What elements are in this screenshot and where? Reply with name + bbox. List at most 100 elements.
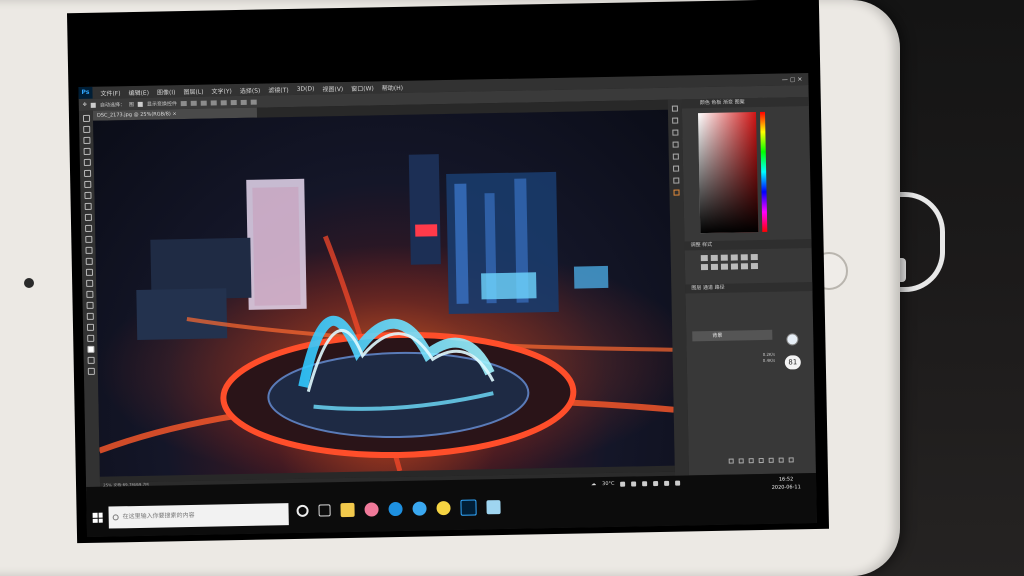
taskbar-search-box[interactable]: 在这里输入你要搜索的内容 xyxy=(108,503,289,529)
edge-icon[interactable] xyxy=(388,501,403,517)
trash-icon[interactable] xyxy=(788,457,794,463)
adjustments-panel-tabs[interactable]: 调整 样式 xyxy=(684,239,812,251)
input-method-icon[interactable] xyxy=(675,480,681,486)
tray-arrow-icon[interactable] xyxy=(620,481,626,487)
menu-file[interactable]: 文件(F) xyxy=(96,88,124,98)
brightness-icon[interactable] xyxy=(700,255,708,262)
color-balance-icon[interactable] xyxy=(700,264,709,271)
task-view-icon[interactable] xyxy=(318,504,331,517)
heart-app-icon[interactable] xyxy=(364,502,379,517)
tools-settings-icon[interactable] xyxy=(673,189,680,196)
new-layer-icon[interactable] xyxy=(778,457,784,463)
menu-help[interactable]: 帮助(H) xyxy=(378,82,407,92)
menu-type[interactable]: 文字(Y) xyxy=(207,86,236,96)
ie-icon[interactable] xyxy=(412,501,427,516)
menu-edit[interactable]: 编辑(E) xyxy=(124,87,153,97)
menu-3d[interactable]: 3D(D) xyxy=(293,85,319,92)
floating-widget-icon[interactable] xyxy=(786,333,799,346)
align-center-icon[interactable] xyxy=(190,100,198,106)
volume-icon[interactable] xyxy=(653,480,659,486)
properties-panel-icon[interactable] xyxy=(672,117,679,124)
hue-saturation-icon[interactable] xyxy=(750,254,758,261)
path-select-tool-icon[interactable] xyxy=(85,290,93,298)
auto-select-checkbox[interactable] xyxy=(90,102,96,108)
menu-view[interactable]: 视图(V) xyxy=(318,83,347,93)
mail-icon[interactable] xyxy=(486,500,501,515)
eraser-tool-icon[interactable] xyxy=(84,224,92,232)
weather-icon[interactable]: ☁ xyxy=(591,481,596,487)
gradient-map-icon[interactable] xyxy=(750,263,759,270)
window-controls[interactable]: — ▢ ✕ xyxy=(776,76,809,84)
screen-mode-icon[interactable] xyxy=(87,367,95,375)
eyedropper-tool-icon[interactable] xyxy=(83,169,91,177)
more-tools-icon[interactable] xyxy=(86,334,94,342)
color-picker-field[interactable] xyxy=(698,112,759,234)
menu-window[interactable]: 窗口(W) xyxy=(347,83,378,93)
weather-temp[interactable]: 30°C xyxy=(602,481,614,487)
curves-icon[interactable] xyxy=(720,254,728,261)
adjustment-layer-icon[interactable] xyxy=(758,457,764,464)
layers-panel-tabs[interactable]: 图层 通道 路径 xyxy=(685,282,813,294)
layer-row-background[interactable]: 背景 xyxy=(692,329,773,342)
quick-select-tool-icon[interactable] xyxy=(83,147,91,155)
black-white-icon[interactable] xyxy=(710,263,719,270)
3d-mode-icon[interactable] xyxy=(250,99,258,105)
actions-panel-icon[interactable] xyxy=(673,165,680,172)
mask-icon[interactable] xyxy=(748,458,754,464)
channel-mixer-icon[interactable] xyxy=(730,263,739,270)
group-icon[interactable] xyxy=(768,457,774,463)
history-brush-tool-icon[interactable] xyxy=(84,213,92,221)
clone-stamp-tool-icon[interactable] xyxy=(84,202,92,210)
invert-icon[interactable] xyxy=(740,263,749,270)
show-transform-checkbox[interactable] xyxy=(137,101,144,107)
crop-tool-icon[interactable] xyxy=(83,158,91,166)
menu-filter[interactable]: 滤镜(T) xyxy=(264,84,293,94)
canvas-area[interactable] xyxy=(93,109,675,483)
hand-tool-icon[interactable] xyxy=(86,312,94,320)
color-swatches-icon[interactable] xyxy=(86,345,95,353)
brush-panel-icon[interactable] xyxy=(672,129,679,136)
tray-app-icon[interactable] xyxy=(631,480,637,487)
photoshop-taskbar-icon[interactable] xyxy=(460,499,477,516)
shape-tool-icon[interactable] xyxy=(86,301,94,309)
brush-tool-icon[interactable] xyxy=(83,191,92,199)
vibrance-icon[interactable] xyxy=(740,254,748,261)
floating-badge[interactable]: 81 xyxy=(784,355,801,370)
color-panel-tabs[interactable]: 颜色 色板 渐变 图案 xyxy=(681,97,809,109)
info-panel-icon[interactable] xyxy=(673,177,680,184)
zoom-tool-icon[interactable] xyxy=(86,323,94,331)
history-panel-icon[interactable] xyxy=(671,105,678,112)
windows-start-button[interactable] xyxy=(92,512,103,523)
hue-slider[interactable] xyxy=(760,111,768,232)
blur-tool-icon[interactable] xyxy=(84,246,93,254)
night-city-photo[interactable] xyxy=(93,109,675,477)
lasso-tool-icon[interactable] xyxy=(82,136,90,144)
auto-select-dropdown[interactable]: 图 xyxy=(129,100,134,107)
menu-select[interactable]: 选择(S) xyxy=(236,85,265,95)
dodge-tool-icon[interactable] xyxy=(85,257,93,265)
taskbar-clock[interactable]: 16:52 2020-06-11 xyxy=(766,475,806,492)
menu-layer[interactable]: 图层(L) xyxy=(179,86,207,96)
menu-image[interactable]: 图像(I) xyxy=(153,87,180,97)
align-top-icon[interactable] xyxy=(210,99,218,106)
levels-icon[interactable] xyxy=(710,254,718,261)
network-icon[interactable] xyxy=(642,480,648,486)
align-middle-icon[interactable] xyxy=(220,99,228,105)
healing-brush-tool-icon[interactable] xyxy=(83,180,91,188)
character-panel-icon[interactable] xyxy=(672,141,679,148)
cortana-icon[interactable] xyxy=(296,504,309,517)
distribute-icon[interactable] xyxy=(240,99,248,105)
battery-icon[interactable] xyxy=(664,480,670,486)
emoji-app-icon[interactable] xyxy=(436,500,451,516)
pen-tool-icon[interactable] xyxy=(85,268,93,276)
align-left-icon[interactable] xyxy=(180,100,188,106)
file-explorer-icon[interactable] xyxy=(340,502,355,518)
marquee-tool-icon[interactable] xyxy=(82,125,90,133)
move-tool-icon[interactable]: ✥ xyxy=(83,102,87,108)
link-layers-icon[interactable] xyxy=(728,458,734,464)
gradient-tool-icon[interactable] xyxy=(84,235,92,243)
fx-icon[interactable] xyxy=(738,458,744,464)
exposure-icon[interactable] xyxy=(730,254,738,261)
type-tool-icon[interactable] xyxy=(85,279,93,287)
align-bottom-icon[interactable] xyxy=(230,99,238,105)
